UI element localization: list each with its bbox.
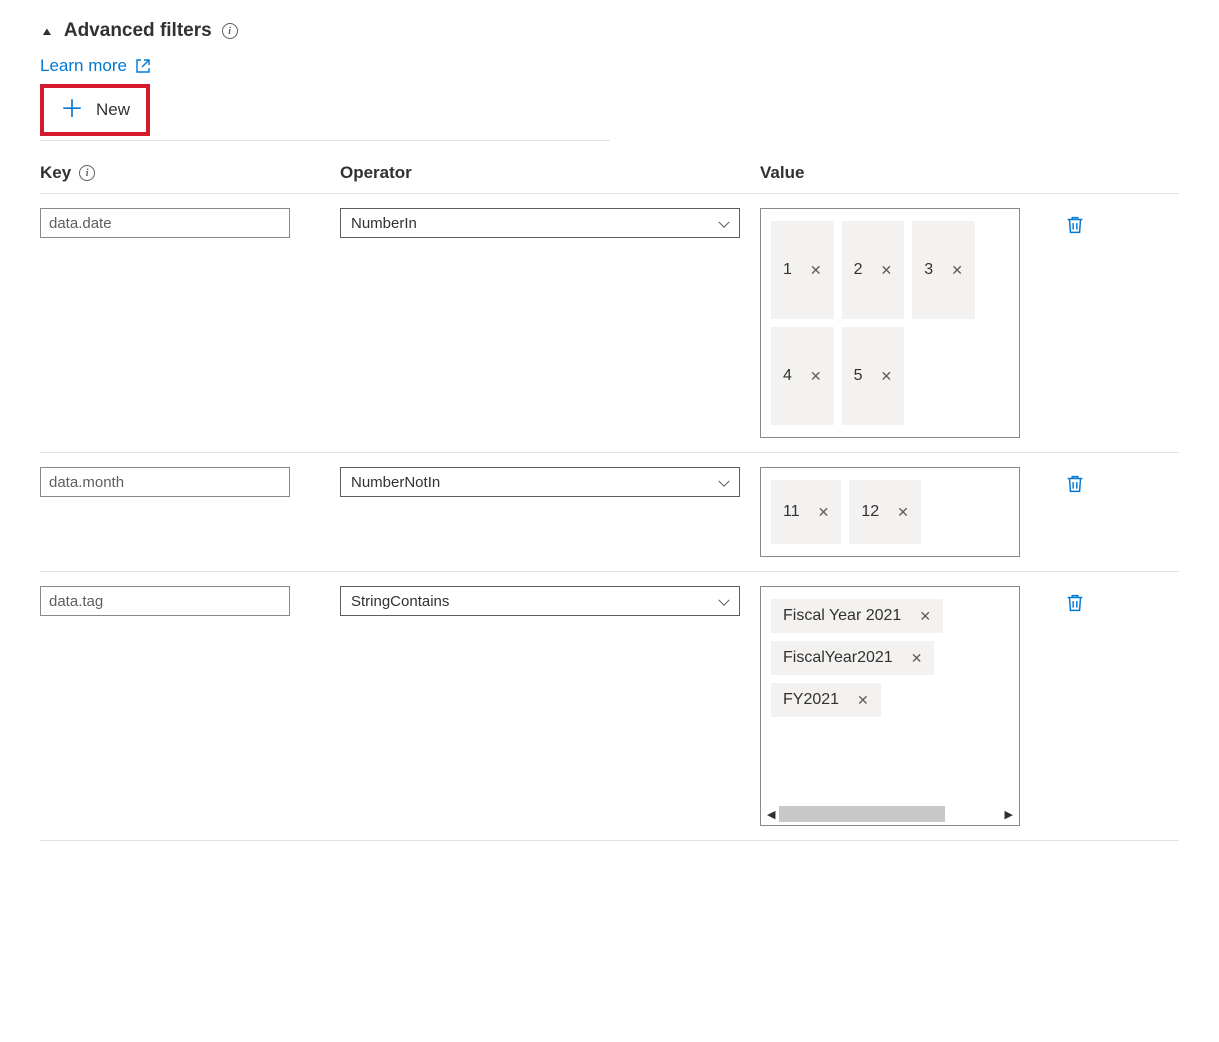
info-icon[interactable]: i <box>79 165 95 181</box>
chip-label: 4 <box>783 367 792 385</box>
remove-chip-icon[interactable]: ✕ <box>911 651 923 665</box>
column-header-key: Key i <box>40 163 320 183</box>
remove-chip-icon[interactable]: ✕ <box>951 263 963 277</box>
filter-row: NumberIn 1 ✕ 2 ✕ 3 ✕ 4 ✕ 5 ✕ <box>40 194 1179 453</box>
value-chip: FiscalYear2021 ✕ <box>771 641 934 675</box>
horizontal-scrollbar[interactable]: ◀ ▶ <box>763 805 1017 823</box>
trash-icon <box>1064 473 1086 495</box>
value-container[interactable]: 11 ✕ 12 ✕ <box>760 467 1020 557</box>
key-input[interactable] <box>40 467 290 497</box>
remove-chip-icon[interactable]: ✕ <box>881 263 893 277</box>
operator-select[interactable]: NumberIn <box>340 208 740 238</box>
chip-label: Fiscal Year 2021 <box>783 607 901 625</box>
filter-table-header: Key i Operator Value <box>40 153 1179 194</box>
chip-label: 3 <box>924 261 933 279</box>
remove-chip-icon[interactable]: ✕ <box>881 369 893 383</box>
info-icon[interactable]: i <box>222 23 238 39</box>
column-header-operator: Operator <box>340 163 740 183</box>
value-chip: 4 ✕ <box>771 327 834 425</box>
trash-icon <box>1064 592 1086 614</box>
scrollbar-thumb[interactable] <box>779 806 945 822</box>
value-chip: 11 ✕ <box>771 480 841 544</box>
section-header[interactable]: ▲ Advanced filters i <box>40 20 1179 42</box>
chip-label: 11 <box>783 503 800 521</box>
remove-chip-icon[interactable]: ✕ <box>857 693 869 707</box>
key-input[interactable] <box>40 586 290 616</box>
remove-chip-icon[interactable]: ✕ <box>810 263 822 277</box>
toolbar-divider <box>40 140 610 141</box>
chip-label: FY2021 <box>783 691 839 709</box>
column-header-value: Value <box>760 163 1040 183</box>
filter-row: NumberNotIn 11 ✕ 12 ✕ <box>40 453 1179 572</box>
chip-label: 12 <box>861 503 879 521</box>
filter-row: StringContains Fiscal Year 2021 ✕ Fiscal… <box>40 572 1179 841</box>
operator-select[interactable]: NumberNotIn <box>340 467 740 497</box>
learn-more-link[interactable]: Learn more <box>40 56 151 76</box>
value-container[interactable]: 1 ✕ 2 ✕ 3 ✕ 4 ✕ 5 ✕ <box>760 208 1020 438</box>
chip-label: 1 <box>783 261 792 279</box>
collapse-caret-icon[interactable]: ▲ <box>40 25 54 38</box>
value-chip: 3 ✕ <box>912 221 975 319</box>
section-title: Advanced filters <box>64 20 212 42</box>
new-button-label: New <box>96 100 130 120</box>
value-chip: Fiscal Year 2021 ✕ <box>771 599 943 633</box>
plus-icon: ＋ <box>60 98 84 122</box>
value-chip: 5 ✕ <box>842 327 905 425</box>
external-link-icon <box>135 58 151 74</box>
delete-row-button[interactable] <box>1060 588 1090 621</box>
key-input[interactable] <box>40 208 290 238</box>
remove-chip-icon[interactable]: ✕ <box>810 369 822 383</box>
value-chip: 1 ✕ <box>771 221 834 319</box>
scrollbar-track[interactable] <box>779 806 1000 822</box>
remove-chip-icon[interactable]: ✕ <box>897 505 909 519</box>
remove-chip-icon[interactable]: ✕ <box>919 609 931 623</box>
value-container[interactable]: Fiscal Year 2021 ✕ FiscalYear2021 ✕ FY20… <box>760 586 1020 826</box>
scroll-right-icon[interactable]: ▶ <box>1001 808 1017 821</box>
remove-chip-icon[interactable]: ✕ <box>818 505 830 519</box>
operator-select[interactable]: StringContains <box>340 586 740 616</box>
chip-label: FiscalYear2021 <box>783 649 893 667</box>
value-chip: FY2021 ✕ <box>771 683 881 717</box>
filter-table: Key i Operator Value NumberIn 1 ✕ 2 ✕ 3 <box>40 153 1179 841</box>
value-chip: 12 ✕ <box>849 480 921 544</box>
new-filter-button[interactable]: ＋ New <box>48 90 142 130</box>
learn-more-label: Learn more <box>40 56 127 76</box>
chip-label: 5 <box>854 367 863 385</box>
delete-row-button[interactable] <box>1060 210 1090 243</box>
highlight-annotation: ＋ New <box>40 84 150 136</box>
chip-label: 2 <box>854 261 863 279</box>
trash-icon <box>1064 214 1086 236</box>
column-header-key-label: Key <box>40 163 71 183</box>
value-chip: 2 ✕ <box>842 221 905 319</box>
scroll-left-icon[interactable]: ◀ <box>763 808 779 821</box>
delete-row-button[interactable] <box>1060 469 1090 502</box>
